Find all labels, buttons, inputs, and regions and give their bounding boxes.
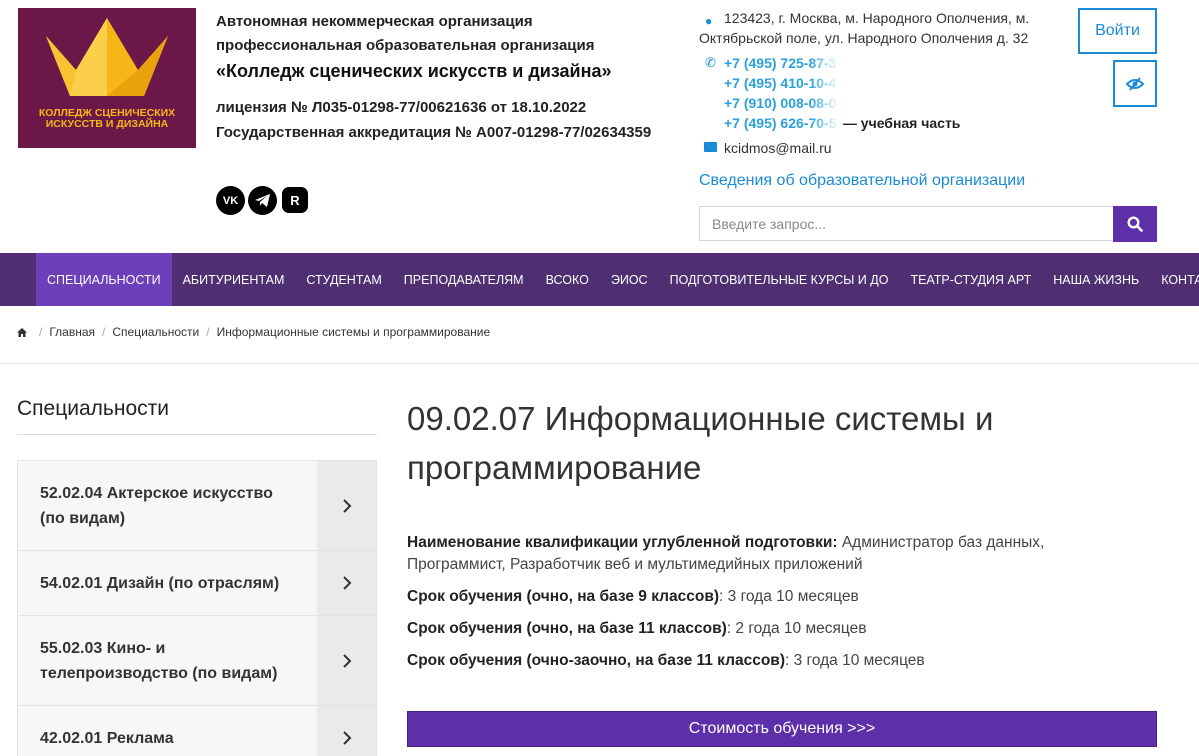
email[interactable]: kcidmos@mail.ru [699,138,1044,158]
breadcrumb-specialties[interactable]: Специальности [112,325,199,339]
main-nav: Специальности Абитуриентам Студентам Пре… [0,253,1199,306]
breadcrumb: / Главная / Специальности / Информационн… [17,325,490,339]
phone-link[interactable]: +7 (495) 410-10-4 [699,73,1044,93]
divider [17,434,377,435]
phone-note: — учебная часть [842,115,961,131]
qualification-label: Наименование квалификации углубленной по… [407,534,838,551]
chevron-right-icon[interactable] [317,461,376,550]
login-button[interactable]: Войти [1078,8,1157,54]
breadcrumb-current: Информационные системы и программировани… [216,325,491,339]
nav-item-prep-courses[interactable]: Подготовительные курсы и ДО [659,253,900,306]
phone-icon: ✆ [705,55,716,70]
chevron-right-icon[interactable] [317,616,376,705]
phone-link[interactable]: +7 (910) 008-08-0 [699,93,1044,113]
sidebar-item-label: 54.02.01 Дизайн (по отраслям) [40,575,280,592]
edu-info-link[interactable]: Сведения об образовательной организации [699,172,1025,190]
college-logo[interactable]: КОЛЛЕДЖ СЦЕНИЧЕСКИХ ИСКУССТВ И ДИЗАЙНА [18,8,196,148]
duration-label: Срок обучения (очно-заочно, на базе 11 к… [407,652,785,669]
sidebar-item-label: 55.02.03 Кино- и телепроизводство (по ви… [40,640,278,682]
sidebar-item-advertising[interactable]: 42.02.01 Реклама [18,706,376,756]
org-info: Автономная некоммерческая организация пр… [216,10,676,145]
address: ● 123423, г. Москва, м. Народного Ополче… [699,8,1044,48]
search-icon [1127,216,1143,232]
nav-item-specialties[interactable]: Специальности [36,253,172,306]
sidebar-item-label: 42.02.01 Реклама [40,730,174,747]
eye-slash-icon [1126,76,1144,91]
org-license: лицензия № Л035-01298-77/00621636 от 18.… [216,99,587,116]
breadcrumb-separator: / [206,325,210,339]
sidebar-item-label: 52.02.04 Актерское искусство (по видам) [40,485,273,527]
nav-item-our-life[interactable]: Наша жизнь [1042,253,1150,306]
search-input[interactable] [699,206,1113,241]
accessibility-eye-button[interactable] [1113,60,1157,107]
org-line-1: Автономная некоммерческая организация [216,13,533,30]
sidebar-item-acting[interactable]: 52.02.04 Актерское искусство (по видам) [18,461,376,551]
breadcrumb-separator: / [102,325,106,339]
page-title: 09.02.07 Информационные системы и програ… [407,400,994,486]
duration-row: Срок обучения (очно, на базе 9 классов):… [407,586,1127,608]
org-accreditation: Государственная аккредитация № А007-0129… [216,124,652,141]
search-button[interactable] [1113,206,1157,242]
nav-item-theatre-studio[interactable]: Театр-студия АРТ [899,253,1042,306]
duration-value: : 3 года 10 месяцев [785,652,925,669]
duration-label: Срок обучения (очно, на базе 11 классов) [407,620,727,637]
nav-item-contacts[interactable]: Контакты [1150,253,1199,306]
sidebar-item-design[interactable]: 54.02.01 Дизайн (по отраслям) [18,551,376,616]
tuition-cost-button[interactable]: Стоимость обучения >>> [407,711,1157,747]
map-pin-icon: ● [705,14,713,28]
chevron-right-icon[interactable] [317,706,376,756]
contacts-block: ● 123423, г. Москва, м. Народного Ополче… [699,8,1044,158]
duration-row: Срок обучения (очно, на базе 11 классов)… [407,618,1127,640]
phone-link[interactable]: +7 (495) 725-87-3 [699,53,1044,73]
email-text: kcidmos@mail.ru [724,140,832,156]
specialty-info: Наименование квалификации углубленной по… [407,532,1127,682]
nav-item-teachers[interactable]: Преподавателям [393,253,535,306]
envelope-icon [704,142,717,152]
org-name: «Колледж сценических искусств и дизайна» [216,61,612,81]
sidebar-title: Специальности [17,397,169,420]
duration-label: Срок обучения (очно, на базе 9 классов) [407,588,720,605]
nav-item-eios[interactable]: ЭИОС [600,253,659,306]
telegram-icon[interactable] [248,186,277,215]
phone-list: ✆ +7 (495) 725-87-3 +7 (495) 410-10-4 +7… [699,53,1044,133]
address-text: 123423, г. Москва, м. Народного Ополчени… [699,10,1030,46]
nav-item-applicants[interactable]: Абитуриентам [172,253,296,306]
duration-row: Срок обучения (очно-заочно, на базе 11 к… [407,650,1127,672]
org-line-2: профессиональная образовательная организ… [216,37,595,54]
crown-icon [46,18,168,96]
rutube-icon[interactable]: R [282,187,308,213]
phone-link[interactable]: +7 (495) 626-70-5 — учебная часть [699,113,1044,133]
breadcrumb-home[interactable]: Главная [49,325,95,339]
nav-item-students[interactable]: Студентам [295,253,392,306]
sidebar-specialty-list: 52.02.04 Актерское искусство (по видам) … [17,460,377,756]
divider [0,363,1199,364]
duration-value: : 2 года 10 месяцев [726,620,867,637]
breadcrumb-separator: / [39,325,43,339]
social-links: VK R [216,186,308,215]
logo-text: КОЛЛЕДЖ СЦЕНИЧЕСКИХ ИСКУССТВ И ДИЗАЙНА [38,107,176,130]
qualification-row: Наименование квалификации углубленной по… [407,532,1127,576]
chevron-right-icon[interactable] [317,551,376,615]
home-icon[interactable] [17,327,27,337]
duration-value: : 3 года 10 месяцев [719,588,859,605]
vk-icon[interactable]: VK [216,186,245,215]
sidebar-item-film[interactable]: 55.02.03 Кино- и телепроизводство (по ви… [18,616,376,706]
nav-item-vsoko[interactable]: ВСОКО [535,253,600,306]
